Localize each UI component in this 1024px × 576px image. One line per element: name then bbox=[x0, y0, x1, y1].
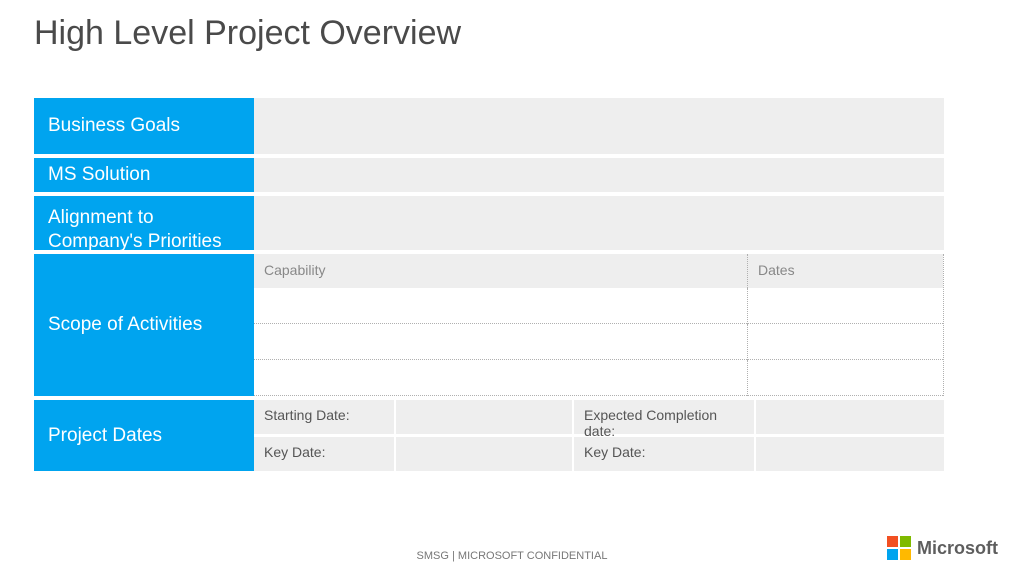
row-business-goals: Business Goals bbox=[34, 98, 944, 154]
logo-square-red bbox=[887, 536, 898, 547]
value-ms-solution bbox=[254, 158, 944, 192]
slide: High Level Project Overview Business Goa… bbox=[0, 0, 1024, 576]
table-row bbox=[254, 360, 943, 396]
label-alignment: Alignment to Company's Priorities bbox=[34, 196, 254, 250]
microsoft-logo: Microsoft bbox=[887, 536, 998, 560]
col-capability: Capability bbox=[254, 254, 747, 288]
col-dates: Dates bbox=[747, 254, 943, 288]
microsoft-logo-icon bbox=[887, 536, 911, 560]
logo-square-green bbox=[900, 536, 911, 547]
cell-dates bbox=[747, 360, 943, 396]
label-ms-solution: MS Solution bbox=[34, 158, 254, 192]
scope-table-head: Capability Dates bbox=[254, 254, 943, 288]
footer-text: SMSG | MICROSOFT CONFIDENTIAL bbox=[0, 550, 1024, 562]
cell-capability bbox=[254, 360, 747, 396]
label-starting-date: Starting Date: bbox=[254, 400, 394, 434]
value-key-date-1 bbox=[396, 437, 572, 471]
project-dates-line-1: Starting Date: Expected Completion date: bbox=[254, 400, 944, 434]
cell-capability bbox=[254, 324, 747, 360]
scope-table: Capability Dates bbox=[254, 254, 944, 396]
value-alignment bbox=[254, 196, 944, 250]
content-area: Business Goals MS Solution Alignment to … bbox=[34, 98, 944, 471]
label-scope: Scope of Activities bbox=[34, 254, 254, 396]
label-expected-completion: Expected Completion date: bbox=[574, 400, 754, 434]
page-title: High Level Project Overview bbox=[34, 14, 461, 53]
logo-square-blue bbox=[887, 549, 898, 560]
label-key-date-2: Key Date: bbox=[574, 437, 754, 471]
cell-dates bbox=[747, 324, 943, 360]
cell-dates bbox=[747, 288, 943, 324]
logo-square-yellow bbox=[900, 549, 911, 560]
project-dates-line-2: Key Date: Key Date: bbox=[254, 437, 944, 471]
table-row bbox=[254, 288, 943, 324]
row-ms-solution: MS Solution bbox=[34, 158, 944, 192]
cell-capability bbox=[254, 288, 747, 324]
value-starting-date bbox=[396, 400, 572, 434]
row-scope: Scope of Activities Capability Dates bbox=[34, 254, 944, 396]
label-key-date-1: Key Date: bbox=[254, 437, 394, 471]
project-dates-grid: Starting Date: Expected Completion date:… bbox=[254, 400, 944, 471]
table-row bbox=[254, 324, 943, 360]
label-business-goals: Business Goals bbox=[34, 98, 254, 154]
value-business-goals bbox=[254, 98, 944, 154]
label-project-dates: Project Dates bbox=[34, 400, 254, 471]
row-project-dates: Project Dates Starting Date: Expected Co… bbox=[34, 400, 944, 471]
row-alignment: Alignment to Company's Priorities bbox=[34, 196, 944, 250]
value-key-date-2 bbox=[756, 437, 944, 471]
value-expected-completion bbox=[756, 400, 944, 434]
microsoft-logo-text: Microsoft bbox=[917, 538, 998, 559]
